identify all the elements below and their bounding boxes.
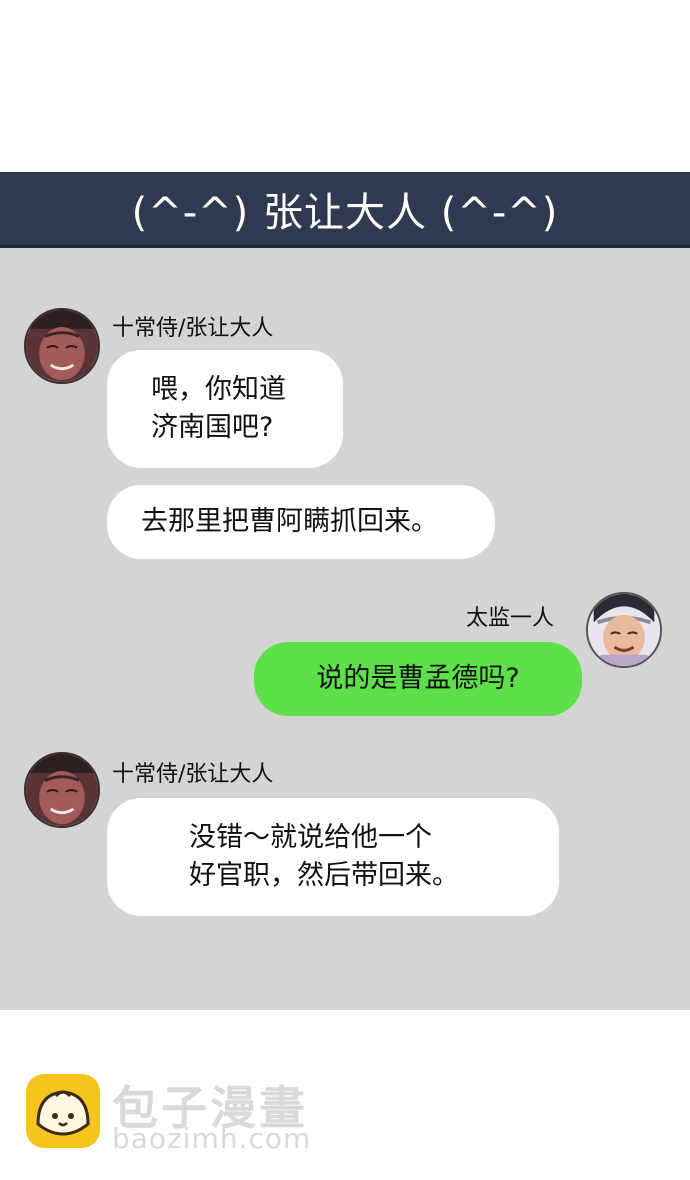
message-line: 去那里把曹阿瞒抓回来。: [141, 506, 438, 537]
message-bubble: 喂，你知道 济南国吧?: [107, 350, 343, 468]
message-line: 没错～就说给他一个: [189, 822, 432, 853]
chat-title-bar: (^-^) 张让大人 (^-^): [0, 172, 690, 248]
message-line: 喂，你知道: [151, 374, 286, 405]
chat-title: (^-^) 张让大人 (^-^): [131, 189, 559, 236]
avatar-zhangrang[interactable]: [24, 308, 100, 384]
message-line: 说的是曹孟德吗?: [316, 663, 520, 694]
message-bubble: 没错～就说给他一个 好官职，然后带回来。: [107, 798, 559, 916]
sender-name: 太监一人: [466, 606, 555, 631]
avatar-zhangrang[interactable]: [24, 752, 100, 828]
baozi-logo-icon: [26, 1074, 100, 1148]
message-line: 济南国吧?: [151, 412, 274, 443]
message-bubble: 去那里把曹阿瞒抓回来。: [107, 485, 495, 559]
avatar-eunuch[interactable]: [586, 592, 662, 668]
message-bubble-outgoing: 说的是曹孟德吗?: [254, 642, 582, 716]
chat-frame: (^-^) 张让大人 (^-^) 十常侍/张让大人 喂，你知道 济南国吧? 去那…: [0, 172, 690, 1010]
watermark-url: baozimh.com: [112, 1122, 312, 1155]
sender-name: 十常侍/张让大人: [112, 316, 274, 341]
message-line: 好官职，然后带回来。: [189, 860, 459, 891]
sender-name: 十常侍/张让大人: [112, 762, 274, 787]
